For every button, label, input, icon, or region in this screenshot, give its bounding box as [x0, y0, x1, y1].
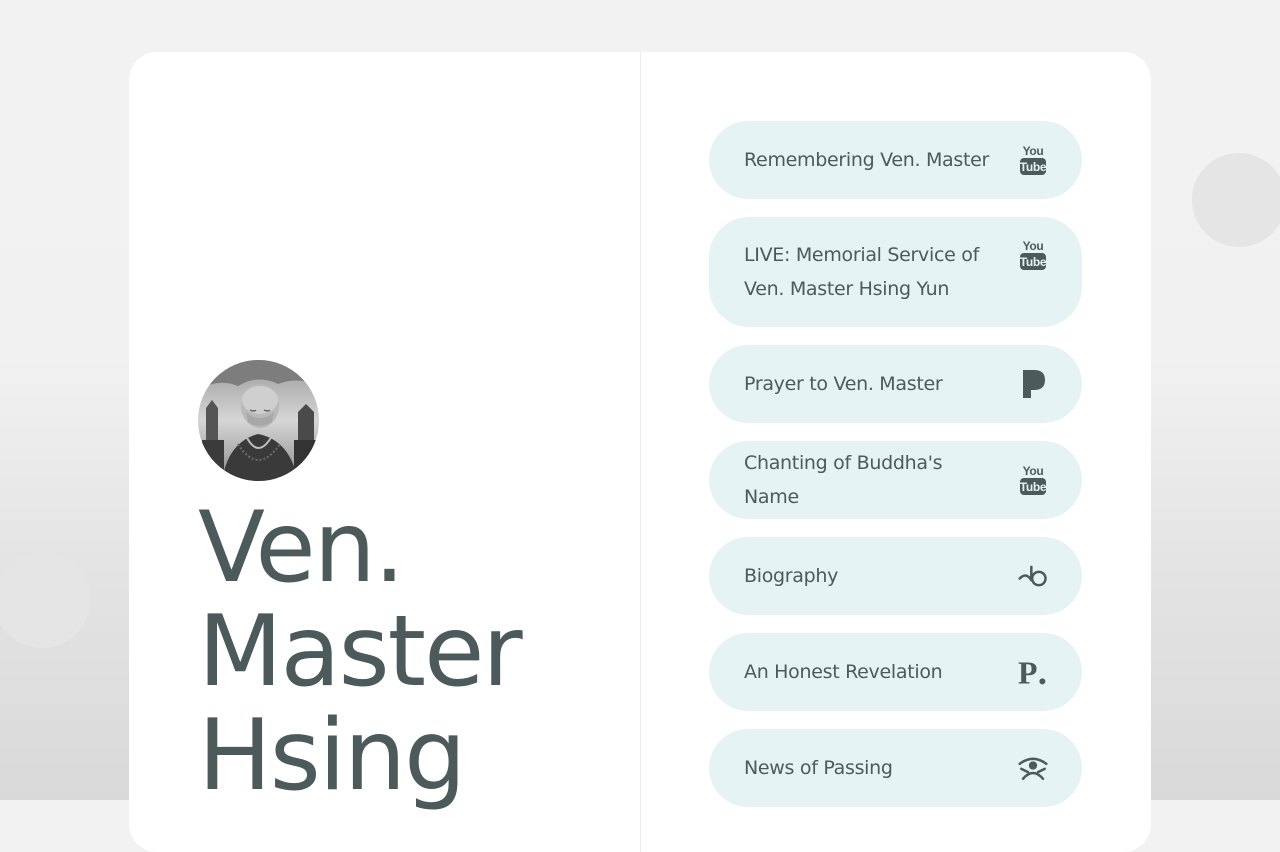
profile-card: Ven. Master Hsing Remembering Ven. Maste…	[129, 52, 1151, 852]
link-chanting-buddhas-name[interactable]: Chanting of Buddha's Name You Tube	[709, 441, 1082, 519]
svg-text:You: You	[1023, 464, 1044, 478]
link-label: LIVE: Memorial Service of Ven. Master Hs…	[744, 244, 979, 300]
column-divider	[640, 52, 641, 852]
svg-text:You: You	[1023, 239, 1044, 253]
svg-text:P: P	[1018, 655, 1037, 689]
link-label: An Honest Revelation	[744, 661, 943, 683]
youtube-icon: You Tube	[1018, 238, 1048, 272]
p-dot-icon: P	[1018, 655, 1048, 689]
page-title-line-2: Master	[198, 595, 523, 709]
link-label: News of Passing	[744, 757, 893, 779]
avatar	[198, 360, 319, 481]
youtube-icon: You Tube	[1018, 463, 1048, 497]
pandora-icon	[1018, 367, 1048, 401]
link-an-honest-revelation[interactable]: An Honest Revelation P	[709, 633, 1082, 711]
page-title: Ven. Master Hsing	[198, 496, 618, 808]
bandcamp-swirl-icon	[1018, 559, 1048, 593]
decorative-circle-left	[0, 552, 90, 648]
page-title-line-1: Ven.	[198, 491, 405, 605]
page-title-line-3: Hsing	[198, 699, 466, 813]
svg-text:Tube: Tube	[1020, 160, 1047, 174]
link-label: Chanting of Buddha's Name	[744, 452, 943, 508]
link-news-of-passing[interactable]: News of Passing	[709, 729, 1082, 807]
link-label: Remembering Ven. Master	[744, 149, 990, 171]
svg-text:Tube: Tube	[1020, 480, 1047, 494]
svg-text:You: You	[1023, 144, 1044, 158]
youtube-icon: You Tube	[1018, 143, 1048, 177]
link-label: Prayer to Ven. Master	[744, 373, 943, 395]
link-prayer-to-ven-master[interactable]: Prayer to Ven. Master	[709, 345, 1082, 423]
link-list: Remembering Ven. Master You Tube LIVE: M…	[709, 121, 1082, 825]
decorative-circle-right	[1192, 153, 1280, 247]
link-live-memorial-service[interactable]: LIVE: Memorial Service of Ven. Master Hs…	[709, 217, 1082, 327]
link-biography[interactable]: Biography	[709, 537, 1082, 615]
eye-figure-icon	[1018, 751, 1048, 785]
link-remembering-ven-master[interactable]: Remembering Ven. Master You Tube	[709, 121, 1082, 199]
link-label: Biography	[744, 565, 839, 587]
svg-text:Tube: Tube	[1020, 255, 1047, 269]
